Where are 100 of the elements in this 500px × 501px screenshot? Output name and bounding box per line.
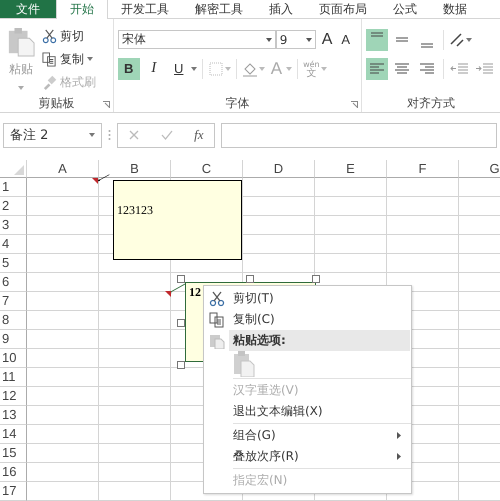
menu-item[interactable]: 叠放次序(R) — [204, 446, 411, 467]
ribbon-tab[interactable]: 解密工具 — [182, 0, 256, 18]
row-header[interactable]: 1 — [0, 178, 27, 197]
ribbon-tab[interactable]: 开始 — [56, 0, 108, 19]
worksheet-cell[interactable] — [99, 273, 171, 292]
cancel-icon[interactable] — [128, 129, 140, 141]
row-header[interactable]: 6 — [0, 273, 27, 292]
worksheet-cell[interactable] — [243, 235, 315, 254]
worksheet-cell[interactable] — [99, 482, 171, 501]
worksheet-cell[interactable] — [27, 406, 99, 425]
row-header[interactable]: 3 — [0, 216, 27, 235]
row-header[interactable]: 9 — [0, 330, 27, 349]
row-header[interactable]: 12 — [0, 387, 27, 406]
worksheet-cell[interactable] — [387, 197, 459, 216]
comment-tooltip[interactable]: 123123 — [113, 180, 242, 260]
row-header[interactable]: 11 — [0, 368, 27, 387]
row-header[interactable]: 17 — [0, 482, 27, 501]
worksheet-cell[interactable] — [27, 235, 99, 254]
worksheet-cell[interactable] — [27, 330, 99, 349]
worksheet-cell[interactable] — [387, 254, 459, 273]
worksheet-cell[interactable] — [27, 273, 99, 292]
worksheet-cell[interactable] — [315, 254, 387, 273]
text-orientation-icon[interactable] — [449, 32, 465, 48]
worksheet-cell[interactable] — [387, 216, 459, 235]
italic-button[interactable]: I — [142, 58, 165, 80]
menu-item[interactable]: 剪切(T) — [204, 288, 411, 309]
ribbon-tab[interactable]: 开发工具 — [108, 0, 182, 18]
worksheet-cell[interactable] — [387, 235, 459, 254]
border-icon[interactable] — [208, 60, 224, 76]
cut-button[interactable]: 剪切 — [42, 26, 96, 46]
row-header[interactable]: 10 — [0, 349, 27, 368]
ribbon-tab[interactable]: 插入 — [256, 0, 306, 18]
row-header[interactable]: 2 — [0, 197, 27, 216]
worksheet-cell[interactable] — [243, 216, 315, 235]
worksheet-cell[interactable] — [27, 254, 99, 273]
font-color-dropdown-icon[interactable] — [286, 66, 292, 70]
ribbon-tab[interactable]: 文件 — [0, 0, 56, 18]
checkmark-icon[interactable] — [161, 129, 174, 141]
row-header[interactable]: 13 — [0, 406, 27, 425]
worksheet-cell[interactable] — [27, 349, 99, 368]
column-header[interactable]: F — [387, 160, 459, 178]
border-dropdown-icon[interactable] — [224, 66, 231, 70]
worksheet-cell[interactable] — [27, 368, 99, 387]
row-header[interactable]: 16 — [0, 463, 27, 482]
resize-handle[interactable] — [177, 275, 185, 283]
resize-handle[interactable] — [177, 361, 185, 369]
worksheet-cell[interactable] — [27, 463, 99, 482]
worksheet-cell[interactable] — [27, 197, 99, 216]
underline-dropdown-icon[interactable] — [190, 66, 197, 70]
column-header[interactable]: B — [99, 160, 171, 178]
worksheet-cell[interactable] — [99, 368, 171, 387]
copy-button[interactable]: 复制 — [42, 49, 96, 69]
row-header[interactable]: 15 — [0, 444, 27, 463]
fill-dropdown-icon[interactable] — [258, 66, 265, 70]
row-header[interactable]: 14 — [0, 425, 27, 444]
worksheet-cell[interactable] — [99, 387, 171, 406]
worksheet-cell[interactable] — [315, 178, 387, 197]
menu-item[interactable]: 组合(G) — [204, 425, 411, 446]
worksheet-cell[interactable] — [99, 311, 171, 330]
ribbon-tab[interactable]: 页面布局 — [306, 0, 380, 18]
column-header[interactable]: D — [243, 160, 315, 178]
column-header[interactable]: A — [27, 160, 99, 178]
fill-bucket-icon[interactable] — [242, 60, 258, 76]
ribbon-tab[interactable]: 数据 — [430, 0, 480, 18]
name-box[interactable]: 备注 2 — [3, 122, 102, 148]
phonetic-dropdown-icon[interactable] — [320, 66, 327, 70]
ribbon-tab[interactable]: 公式 — [380, 0, 430, 18]
worksheet-cell[interactable] — [387, 178, 459, 197]
splitter-dots-icon[interactable] — [108, 129, 111, 141]
worksheet-cell[interactable] — [243, 178, 315, 197]
worksheet-cell[interactable] — [243, 197, 315, 216]
resize-handle[interactable] — [177, 319, 185, 327]
bold-button[interactable]: B — [118, 58, 140, 80]
worksheet-cell[interactable] — [315, 235, 387, 254]
worksheet-cell[interactable] — [27, 292, 99, 311]
worksheet-cell[interactable] — [27, 444, 99, 463]
row-header[interactable]: 4 — [0, 235, 27, 254]
grow-font-button[interactable]: A — [318, 30, 336, 48]
worksheet-cell[interactable] — [27, 311, 99, 330]
worksheet-cell[interactable] — [99, 463, 171, 482]
worksheet-cell[interactable] — [99, 406, 171, 425]
dialog-launcher-icon[interactable] — [102, 101, 110, 108]
dialog-launcher-icon[interactable] — [351, 101, 358, 108]
column-header[interactable]: E — [315, 160, 387, 178]
row-header[interactable]: 5 — [0, 254, 27, 273]
resize-handle[interactable] — [312, 275, 320, 283]
worksheet-cell[interactable] — [99, 349, 171, 368]
orientation-dropdown-icon[interactable] — [466, 38, 472, 42]
paste-option-icon[interactable] — [233, 351, 255, 377]
align-left-icon[interactable] — [366, 58, 388, 80]
worksheet-cell[interactable] — [99, 425, 171, 444]
font-size-dropdown[interactable]: 9 — [276, 30, 316, 49]
align-top-icon[interactable] — [366, 28, 388, 50]
select-all-icon[interactable] — [14, 165, 24, 175]
worksheet-cell[interactable] — [99, 444, 171, 463]
resize-handle[interactable] — [246, 275, 254, 283]
row-header[interactable]: 7 — [0, 292, 27, 311]
underline-button[interactable]: U — [168, 58, 190, 80]
column-header[interactable]: G — [459, 160, 500, 178]
insert-function-button[interactable]: fx — [194, 127, 204, 143]
